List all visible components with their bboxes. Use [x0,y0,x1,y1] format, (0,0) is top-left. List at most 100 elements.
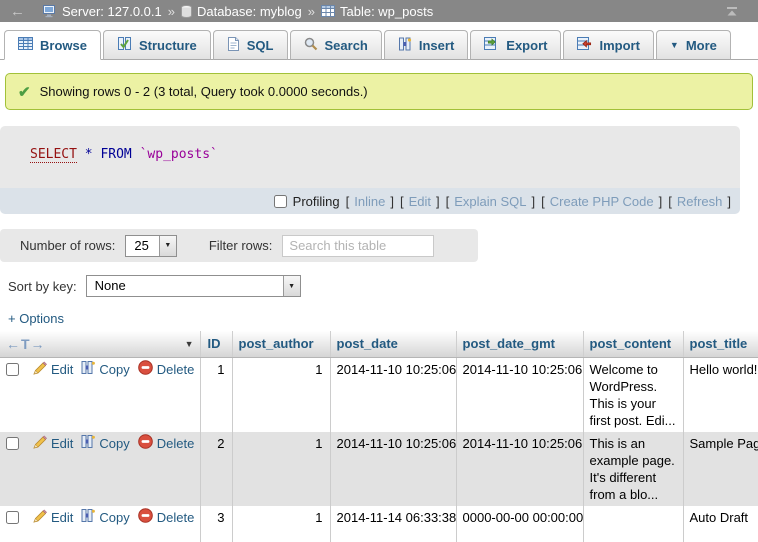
breadcrumb-bar: ← Server: 127.0.0.1 » Database: myblog »… [0,0,758,22]
cell-id: 1 [200,357,232,432]
sort-by-key-label: Sort by key: [8,279,77,294]
refresh-link[interactable]: Refresh [677,194,723,209]
edit-label: Edit [51,361,73,378]
pencil-icon [32,435,47,453]
rows-control-bar: Number of rows: 25 ▼ Filter rows: [0,229,478,262]
tab-sql[interactable]: SQL [213,30,288,60]
tab-browse-label: Browse [40,38,87,53]
row-checkbox[interactable] [6,363,19,376]
number-of-rows-select[interactable]: 25 ▼ [125,235,176,257]
tab-export[interactable]: Export [470,30,561,60]
tab-structure[interactable]: Structure [103,30,211,60]
edit-link-group: [Edit] [400,194,440,209]
row-checkbox[interactable] [6,511,19,524]
copy-row-link[interactable]: Copy [81,509,129,526]
pencil-icon [32,361,47,379]
copy-icon [81,509,95,526]
cell-post-date-gmt: 0000-00-00 00:00:00 [456,506,583,542]
column-header-post-date-gmt[interactable]: post_date_gmt [456,331,583,357]
back-arrow-icon[interactable]: ← [10,3,25,20]
tab-import[interactable]: Import [563,30,653,60]
delete-label: Delete [157,361,195,378]
sort-by-key-row: Sort by key: None ▼ [0,275,758,297]
delete-row-link[interactable]: Delete [138,434,195,453]
breadcrumb-server[interactable]: Server: 127.0.0.1 [43,4,162,19]
tab-more[interactable]: ▼ More [656,30,731,60]
tab-import-label: Import [599,38,639,53]
edit-row-link[interactable]: Edit [32,361,73,379]
breadcrumb-server-label: Server: 127.0.0.1 [62,4,162,19]
copy-row-link[interactable]: Copy [81,361,129,378]
column-header-post-author[interactable]: post_author [232,331,330,357]
success-check-icon: ✔ [18,83,31,101]
cell-post-date-gmt: 2014-11-10 10:25:06 [456,357,583,432]
tab-bar: Browse Structure SQL Search Insert Expor… [0,29,758,60]
sql-keyword-select[interactable]: SELECT [30,147,77,163]
breadcrumb-table-label: Table: wp_posts [340,4,433,19]
server-icon [43,5,57,18]
delete-icon [138,360,153,379]
refresh-link-group: [Refresh] [668,194,731,209]
breadcrumb-table[interactable]: Table: wp_posts [321,4,433,19]
select-caret-icon: ▼ [159,236,176,256]
sort-dropdown-icon[interactable]: ▼ [185,339,194,349]
cell-post-title: Auto Draft [683,506,758,542]
table-row: Edit Copy Delete 1 1 2014-11-10 10:25:06… [0,357,758,432]
explain-sql-link-group: [ Explain SQL] [446,194,536,209]
number-of-rows-value: 25 [126,236,158,256]
collapse-panel-icon[interactable] [726,6,738,17]
cell-id: 2 [200,432,232,506]
sql-identifier: `wp_posts` [140,147,218,162]
profiling-checkbox[interactable] [274,195,287,208]
inline-link-group: [Inline] [346,194,394,209]
cell-post-date: 2014-11-10 10:25:06 [330,432,456,506]
sort-by-key-select[interactable]: None ▼ [86,275,301,297]
column-header-post-content[interactable]: post_content [583,331,683,357]
pencil-icon [32,509,47,527]
breadcrumb-database[interactable]: Database: myblog [181,4,302,19]
filter-rows-input[interactable] [282,235,434,257]
chevron-down-icon: ▼ [670,40,679,50]
sort-by-key-value: None [87,276,283,296]
cell-post-content: This is an example page. It's different … [583,432,683,506]
delete-row-link[interactable]: Delete [138,360,195,379]
bracket: ] [532,194,536,209]
tab-browse[interactable]: Browse [4,30,101,60]
copy-row-link[interactable]: Copy [81,435,129,452]
database-icon [181,5,192,18]
column-header-id[interactable]: ID [200,331,232,357]
tab-structure-label: Structure [139,38,197,53]
tab-insert[interactable]: Insert [384,30,468,60]
sql-icon [227,37,240,54]
create-php-code-link[interactable]: Create PHP Code [550,194,654,209]
tab-search[interactable]: Search [290,30,382,60]
edit-row-link[interactable]: Edit [32,435,73,453]
column-header-post-date[interactable]: post_date [330,331,456,357]
bracket: [ [668,194,672,209]
copy-icon [81,435,95,452]
bracket: [ [446,194,450,209]
row-checkbox[interactable] [6,437,19,450]
breadcrumb-separator: » [168,4,175,19]
column-header-post-title[interactable]: post_title [683,331,758,357]
search-icon [304,37,318,54]
cell-post-date: 2014-11-10 10:25:06 [330,357,456,432]
column-move-icon[interactable]: ←T→ [6,336,46,352]
sql-panel: SELECT * FROM `wp_posts` Profiling [Inli… [0,126,740,214]
edit-row-link[interactable]: Edit [32,509,73,527]
table-icon [321,5,335,17]
structure-icon [117,37,132,53]
browse-icon [18,37,33,53]
explain-sql-link[interactable]: Explain SQL [454,194,526,209]
delete-row-link[interactable]: Delete [138,508,195,527]
cell-post-author: 1 [232,357,330,432]
bracket: [ [400,194,404,209]
bracket: ] [659,194,663,209]
cell-post-date: 2014-11-14 06:33:38 [330,506,456,542]
table-row: Edit Copy Delete 3 1 2014-11-14 06:33:38… [0,506,758,542]
edit-link[interactable]: Edit [409,194,431,209]
options-toggle-link[interactable]: + Options [0,311,64,326]
cell-post-content: Welcome to WordPress. This is your first… [583,357,683,432]
inline-link[interactable]: Inline [354,194,385,209]
bracket: ] [390,194,394,209]
